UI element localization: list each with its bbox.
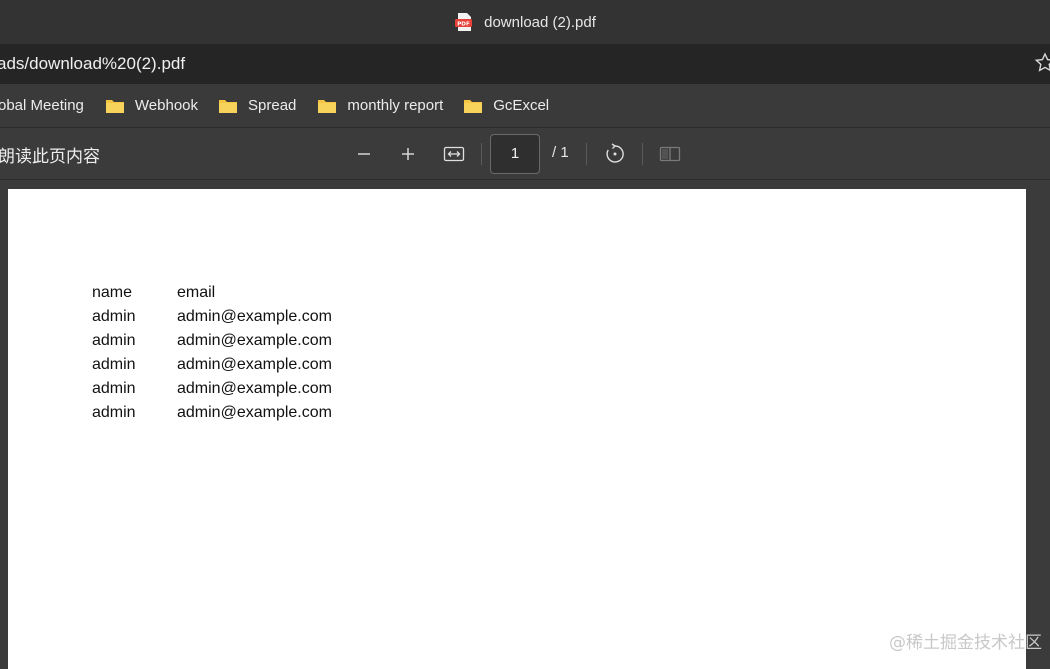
- folder-icon: [219, 99, 238, 113]
- table-row: admin admin@example.com: [92, 353, 332, 377]
- table-row: admin admin@example.com: [92, 377, 332, 401]
- table-row: admin admin@example.com: [92, 401, 332, 425]
- bookmark-spread[interactable]: Spread: [218, 91, 296, 121]
- rotate-icon: [606, 143, 624, 163]
- header-name: name: [92, 284, 133, 301]
- bookmark-label: GcExcel: [493, 97, 550, 114]
- pdf-page: name email admin admin@example.com admin…: [8, 189, 1026, 669]
- url-text[interactable]: ads/download%20(2).pdf: [0, 54, 185, 74]
- bookmark-label: monthly report: [347, 97, 444, 114]
- fit-to-width-button[interactable]: [441, 141, 467, 167]
- bookmark-global-meeting[interactable]: obal Meeting: [0, 91, 84, 121]
- folder-icon: [464, 99, 483, 113]
- rotate-button[interactable]: [602, 141, 628, 167]
- zoom-in-button[interactable]: [395, 141, 421, 167]
- svg-text:PDF: PDF: [457, 22, 470, 28]
- zoom-out-button[interactable]: [351, 141, 377, 167]
- cell-name: admin: [92, 308, 136, 325]
- cell-email: admin@example.com: [177, 380, 332, 397]
- cell-email: admin@example.com: [177, 332, 332, 349]
- two-page-view-icon: [659, 146, 681, 162]
- bookmark-gcexcel[interactable]: GcExcel: [463, 91, 549, 121]
- pdf-text-table: name email admin admin@example.com admin…: [92, 281, 332, 425]
- header-email: email: [177, 284, 216, 301]
- bookmark-monthly-report[interactable]: monthly report: [317, 91, 443, 121]
- table-header-row: name email: [92, 281, 332, 305]
- minus-icon: [358, 153, 370, 155]
- toolbar-divider: [481, 143, 482, 165]
- table-row: admin admin@example.com: [92, 329, 332, 353]
- read-aloud-button[interactable]: 朗读此页内容: [0, 142, 100, 167]
- toolbar-divider: [586, 143, 587, 165]
- page-total: / 1: [552, 144, 569, 161]
- bookmark-label: Webhook: [134, 97, 199, 114]
- cell-email: admin@example.com: [177, 308, 332, 325]
- plus-icon: [402, 148, 414, 160]
- cell-name: admin: [92, 404, 136, 421]
- bookmark-label: Spread: [248, 97, 297, 114]
- pdf-toolbar: 朗读此页内容 1 / 1: [0, 128, 1050, 180]
- cell-name: admin: [92, 332, 136, 349]
- address-bar[interactable]: ads/download%20(2).pdf: [0, 44, 1050, 84]
- table-row: admin admin@example.com: [92, 305, 332, 329]
- cell-name: admin: [92, 356, 136, 373]
- bookmarks-bar: obal Meeting Webhook Spread monthly repo…: [0, 84, 1050, 128]
- folder-icon: [105, 99, 124, 113]
- window-titlebar: PDF download (2).pdf: [0, 0, 1050, 44]
- cell-email: admin@example.com: [177, 356, 332, 373]
- fit-width-icon: [443, 146, 465, 162]
- bookmark-webhook[interactable]: Webhook: [105, 91, 198, 121]
- window-title: download (2).pdf: [484, 13, 596, 31]
- favorite-star-icon[interactable]: [1034, 52, 1050, 74]
- page-number-input[interactable]: 1: [490, 134, 540, 174]
- pdf-viewer[interactable]: name email admin admin@example.com admin…: [0, 180, 1050, 669]
- toolbar-divider: [642, 143, 643, 165]
- cell-name: admin: [92, 380, 136, 397]
- bookmark-label: obal Meeting: [0, 97, 84, 114]
- folder-icon: [318, 99, 337, 113]
- page-view-button: [657, 141, 683, 167]
- cell-email: admin@example.com: [177, 404, 332, 421]
- watermark-text: @稀土掘金技术社区: [889, 633, 1042, 653]
- pdf-icon: PDF: [455, 13, 473, 31]
